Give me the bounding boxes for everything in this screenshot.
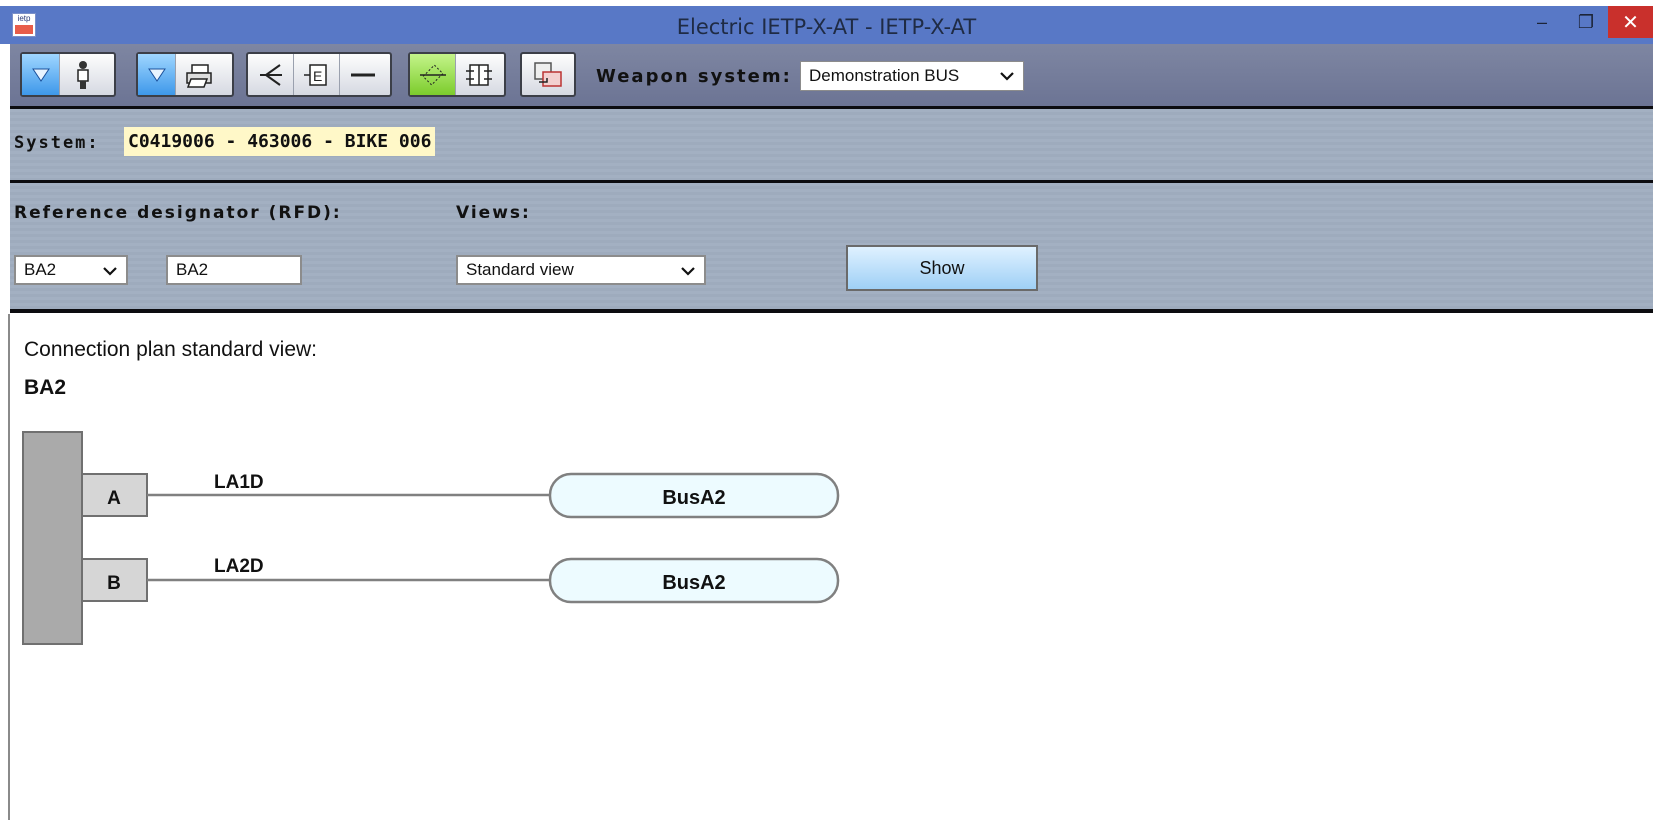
views-label: Views:: [456, 203, 531, 223]
close-button[interactable]: ✕: [1608, 6, 1653, 38]
close-icon: ✕: [1622, 11, 1639, 34]
connection-row-a: A LA1D BusA2: [81, 472, 840, 519]
views-select[interactable]: Standard view: [456, 255, 706, 285]
filter-separator: [10, 309, 1653, 313]
weapon-system-select[interactable]: Demonstration BUS: [800, 61, 1024, 91]
export-button[interactable]: [522, 54, 574, 95]
mode-group: [408, 52, 506, 97]
print-group: [136, 52, 234, 97]
title-bar: ietp Electric IETP-X-AT - IETP-X-AT – ❐ …: [0, 6, 1653, 44]
branch-icon: [259, 63, 282, 86]
chevron-down-icon: [1000, 72, 1014, 81]
filter-panel: Reference designator (RFD): Views: BA2 B…: [10, 183, 1653, 309]
user-button[interactable]: [60, 54, 106, 95]
branch-button[interactable]: [248, 54, 294, 95]
rfd-select[interactable]: BA2: [14, 255, 128, 285]
person-icon: [77, 60, 89, 89]
rfd-label: Reference designator (RFD):: [14, 203, 342, 223]
system-panel: System: C0419006 - 463006 - BIKE 006: [10, 109, 1653, 180]
dropdown-icon: [147, 68, 166, 82]
wire-label: LA2D: [214, 556, 264, 577]
export-icon: [534, 61, 562, 87]
maximize-button[interactable]: ❐: [1564, 6, 1608, 38]
minimize-button[interactable]: –: [1520, 6, 1564, 38]
e-symbol-icon: E: [303, 63, 327, 86]
pin-label: A: [107, 488, 121, 509]
svg-text:E: E: [313, 68, 322, 84]
print-dropdown-button[interactable]: [138, 54, 176, 95]
connection-diagram: A LA1D BusA2 B LA2D BusA2: [22, 431, 840, 645]
pattern-toggle-button[interactable]: [410, 54, 456, 95]
connection-row-b: B LA2D BusA2: [81, 556, 840, 604]
minimize-icon: –: [1536, 11, 1547, 32]
bus-label: BusA2: [662, 487, 725, 509]
print-button[interactable]: [176, 54, 222, 95]
weapon-system-value: Demonstration BUS: [809, 66, 960, 85]
toolbar: E Weapon system: Demonstration BUS: [10, 44, 1653, 106]
wire-label: LA1D: [214, 472, 264, 493]
bus-label: BusA2: [662, 572, 725, 594]
rfd-select-value: BA2: [24, 260, 57, 279]
component-block[interactable]: [22, 431, 83, 645]
compare-button[interactable]: [456, 54, 502, 95]
export-group: [520, 52, 576, 97]
dropdown-icon: [31, 68, 50, 82]
compare-icon: [466, 63, 492, 86]
show-button[interactable]: Show: [846, 245, 1038, 291]
rfd-input[interactable]: BA2: [166, 255, 302, 285]
e-symbol-button[interactable]: E: [294, 54, 340, 95]
system-value: C0419006 - 463006 - BIKE 006: [124, 127, 436, 156]
views-select-value: Standard view: [466, 260, 574, 279]
rfd-input-value: BA2: [176, 260, 209, 279]
chevron-down-icon: [103, 267, 117, 276]
system-label: System:: [14, 133, 100, 153]
window-title: Electric IETP-X-AT - IETP-X-AT: [676, 15, 977, 39]
connection-plan-area: Connection plan standard view: BA2 A LA1…: [10, 314, 1653, 820]
view-tools-group: E: [246, 52, 392, 97]
line-button[interactable]: [340, 54, 386, 95]
user-dropdown-button[interactable]: [22, 54, 60, 95]
line-icon: [351, 73, 375, 76]
printer-icon: [186, 63, 212, 88]
pin-label: B: [107, 573, 121, 594]
pattern-icon: [419, 63, 446, 86]
weapon-system-label: Weapon system:: [596, 66, 792, 87]
maximize-icon: ❐: [1577, 11, 1595, 32]
user-group: [20, 52, 116, 97]
chevron-down-icon: [681, 267, 695, 276]
